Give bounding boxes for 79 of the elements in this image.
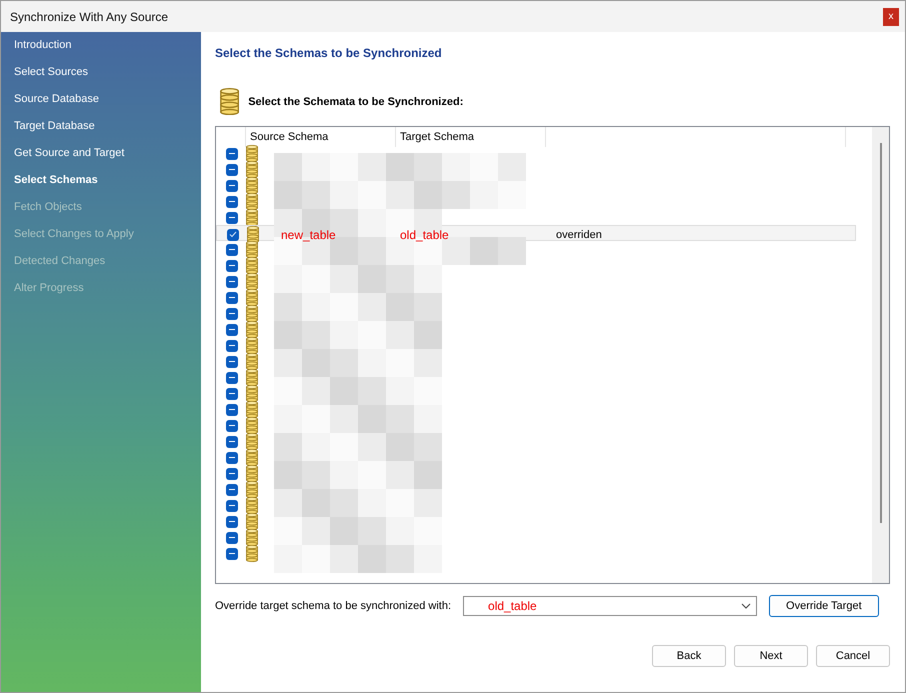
wizard-button[interactable]: Next xyxy=(734,645,808,668)
database-icon xyxy=(220,88,240,116)
wizard-button[interactable]: Back xyxy=(652,645,726,668)
table-cell-text: old_table xyxy=(399,228,449,242)
database-icon xyxy=(246,289,258,306)
checkbox[interactable] xyxy=(226,244,238,256)
database-icon xyxy=(246,545,258,562)
checkbox[interactable] xyxy=(226,436,238,448)
checkbox[interactable] xyxy=(226,468,238,480)
wizard-step: Get Source and Target xyxy=(14,145,201,172)
wizard-step: Alter Progress xyxy=(14,280,201,307)
schema-dropdown[interactable]: old_table xyxy=(463,596,758,616)
checkbox[interactable] xyxy=(226,500,238,512)
database-icon xyxy=(246,161,258,178)
checkbox[interactable] xyxy=(226,532,238,544)
database-icon xyxy=(246,209,258,226)
checkbox[interactable] xyxy=(226,260,238,272)
database-icon xyxy=(246,241,258,258)
wizard-step: Select Sources xyxy=(14,64,201,91)
table-cell-text: overriden xyxy=(555,228,602,241)
checkbox[interactable] xyxy=(226,388,238,400)
checkbox[interactable] xyxy=(227,228,239,241)
wizard-step: Source Database xyxy=(14,91,201,118)
checkbox[interactable] xyxy=(226,292,238,304)
checkbox[interactable] xyxy=(226,276,238,288)
wizard-step: Select Schemas xyxy=(14,172,201,199)
scrollbar-thumb[interactable] xyxy=(880,143,882,524)
checkbox[interactable] xyxy=(226,372,238,384)
close-button[interactable]: x xyxy=(883,8,899,26)
chevron-down-icon xyxy=(741,603,752,610)
database-icon xyxy=(246,145,258,162)
database-icon xyxy=(246,401,258,418)
wizard-step: Introduction xyxy=(14,37,201,64)
field-label: Override target schema to be synchronized with: xyxy=(215,600,452,612)
checkbox[interactable] xyxy=(226,212,238,224)
database-icon xyxy=(246,369,258,386)
wizard-step: Detected Changes xyxy=(14,253,201,280)
wizard-button[interactable]: Cancel xyxy=(816,645,890,668)
database-icon xyxy=(246,513,258,530)
database-icon xyxy=(246,481,258,498)
override-target-button[interactable]: Override Target xyxy=(769,595,879,618)
database-icon xyxy=(246,337,258,354)
database-icon xyxy=(246,465,258,482)
database-icon xyxy=(246,257,258,274)
page-title: Select the Schemas to be Synchronized xyxy=(215,46,443,60)
section-heading: Select the Schemata to be Synchronized: xyxy=(248,96,464,108)
database-icon xyxy=(247,226,259,244)
wizard-step: Fetch Objects xyxy=(14,199,201,226)
database-icon xyxy=(246,353,258,370)
checkbox[interactable] xyxy=(226,516,238,528)
database-icon xyxy=(246,497,258,514)
database-icon xyxy=(246,529,258,546)
database-icon xyxy=(246,449,258,466)
checkbox[interactable] xyxy=(226,452,238,464)
checkbox[interactable] xyxy=(226,484,238,496)
checkbox[interactable] xyxy=(226,148,238,160)
database-icon xyxy=(246,321,258,338)
checkbox[interactable] xyxy=(226,548,238,560)
checkbox[interactable] xyxy=(226,324,238,336)
checkbox[interactable] xyxy=(226,420,238,432)
database-icon xyxy=(246,177,258,194)
checkbox[interactable] xyxy=(226,164,238,176)
checkbox[interactable] xyxy=(226,180,238,192)
checkbox[interactable] xyxy=(226,196,238,208)
wizard-step: Target Database xyxy=(14,118,201,145)
database-icon xyxy=(246,433,258,450)
checkbox[interactable] xyxy=(226,308,238,320)
window-title: Synchronize With Any Source xyxy=(10,10,168,24)
column-header[interactable]: Target Schema xyxy=(396,127,546,148)
table-cell: new_table xyxy=(281,228,336,242)
checkbox[interactable] xyxy=(226,340,238,352)
wizard-step: Select Changes to Apply xyxy=(14,226,201,253)
database-icon xyxy=(246,273,258,290)
checkbox[interactable] xyxy=(226,404,238,416)
database-icon xyxy=(246,193,258,210)
database-icon xyxy=(246,385,258,402)
database-icon xyxy=(246,305,258,322)
checkbox[interactable] xyxy=(226,356,238,368)
database-icon xyxy=(246,417,258,434)
